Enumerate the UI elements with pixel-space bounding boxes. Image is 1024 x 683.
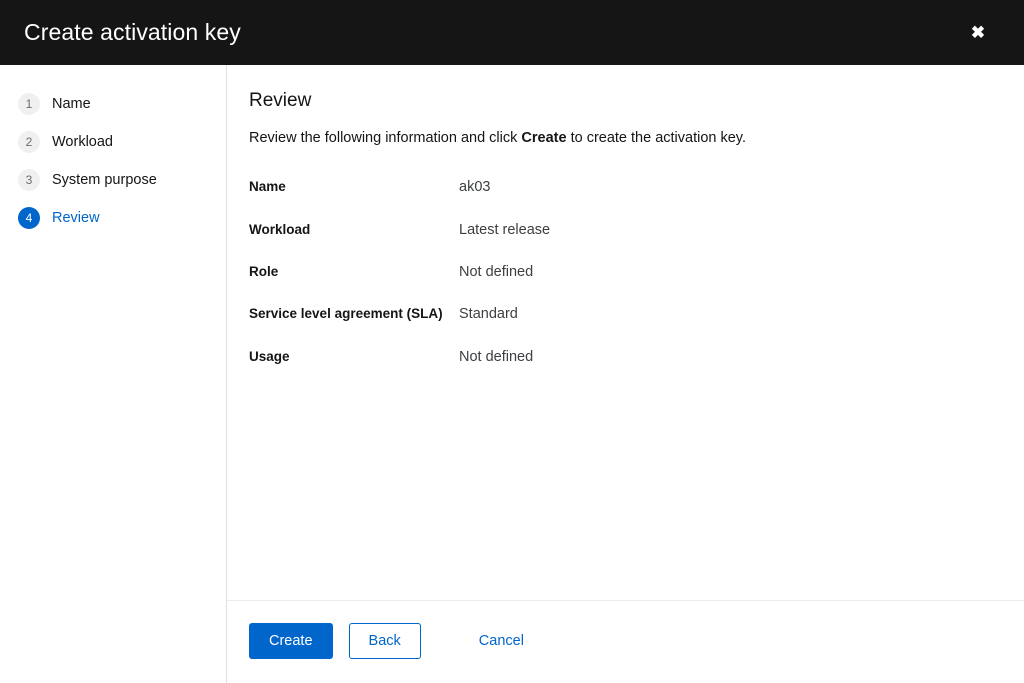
step-number-badge: 3 [18,169,40,191]
sidebar-item-name[interactable]: 1 Name [0,85,226,123]
review-label: Name [249,177,459,197]
close-icon: ✖ [971,24,985,41]
sidebar-item-workload[interactable]: 2 Workload [0,123,226,161]
description-text-before: Review the following information and cli… [249,130,521,146]
section-title: Review [249,89,1000,114]
create-activation-key-wizard: Create activation key ✖ 1 Name 2 Workloa… [0,0,1024,683]
review-label: Usage [249,347,459,367]
review-value: Not defined [459,347,533,367]
review-row-role: Role Not defined [249,262,1000,282]
wizard-body: 1 Name 2 Workload 3 System purpose 4 Rev… [0,65,1024,683]
cancel-button[interactable]: Cancel [471,624,532,659]
step-list: 1 Name 2 Workload 3 System purpose 4 Rev… [0,85,226,237]
wizard-footer: Create Back Cancel [227,600,1024,683]
back-button[interactable]: Back [349,623,421,660]
review-row-sla: Service level agreement (SLA) Standard [249,304,1000,324]
step-number-badge: 4 [18,207,40,229]
review-value: Latest release [459,220,550,240]
create-button[interactable]: Create [249,623,333,660]
sidebar-item-label: Review [52,209,100,228]
sidebar-item-system-purpose[interactable]: 3 System purpose [0,161,226,199]
review-label: Role [249,262,459,282]
review-row-usage: Usage Not defined [249,347,1000,367]
review-value: ak03 [459,177,490,197]
review-row-workload: Workload Latest release [249,220,1000,240]
wizard-header: Create activation key ✖ [0,0,1024,65]
review-row-name: Name ak03 [249,177,1000,197]
step-number-badge: 1 [18,93,40,115]
review-label: Workload [249,220,459,240]
close-button[interactable]: ✖ [960,15,996,51]
review-value: Standard [459,304,518,324]
review-value: Not defined [459,262,533,282]
step-number-badge: 2 [18,131,40,153]
page-title: Create activation key [24,19,241,47]
review-label: Service level agreement (SLA) [249,304,459,324]
review-details-list: Name ak03 Workload Latest release Role N… [249,177,1000,366]
sidebar-item-label: System purpose [52,171,157,190]
sidebar-item-label: Workload [52,133,113,152]
review-panel: Review Review the following information … [227,65,1024,600]
sidebar-item-label: Name [52,95,91,114]
description-text-after: to create the activation key. [567,130,746,146]
wizard-step-nav: 1 Name 2 Workload 3 System purpose 4 Rev… [0,65,227,683]
section-description: Review the following information and cli… [249,128,1000,150]
description-emphasis: Create [521,130,566,146]
wizard-main: Review Review the following information … [227,65,1024,683]
sidebar-item-review[interactable]: 4 Review [0,199,226,237]
